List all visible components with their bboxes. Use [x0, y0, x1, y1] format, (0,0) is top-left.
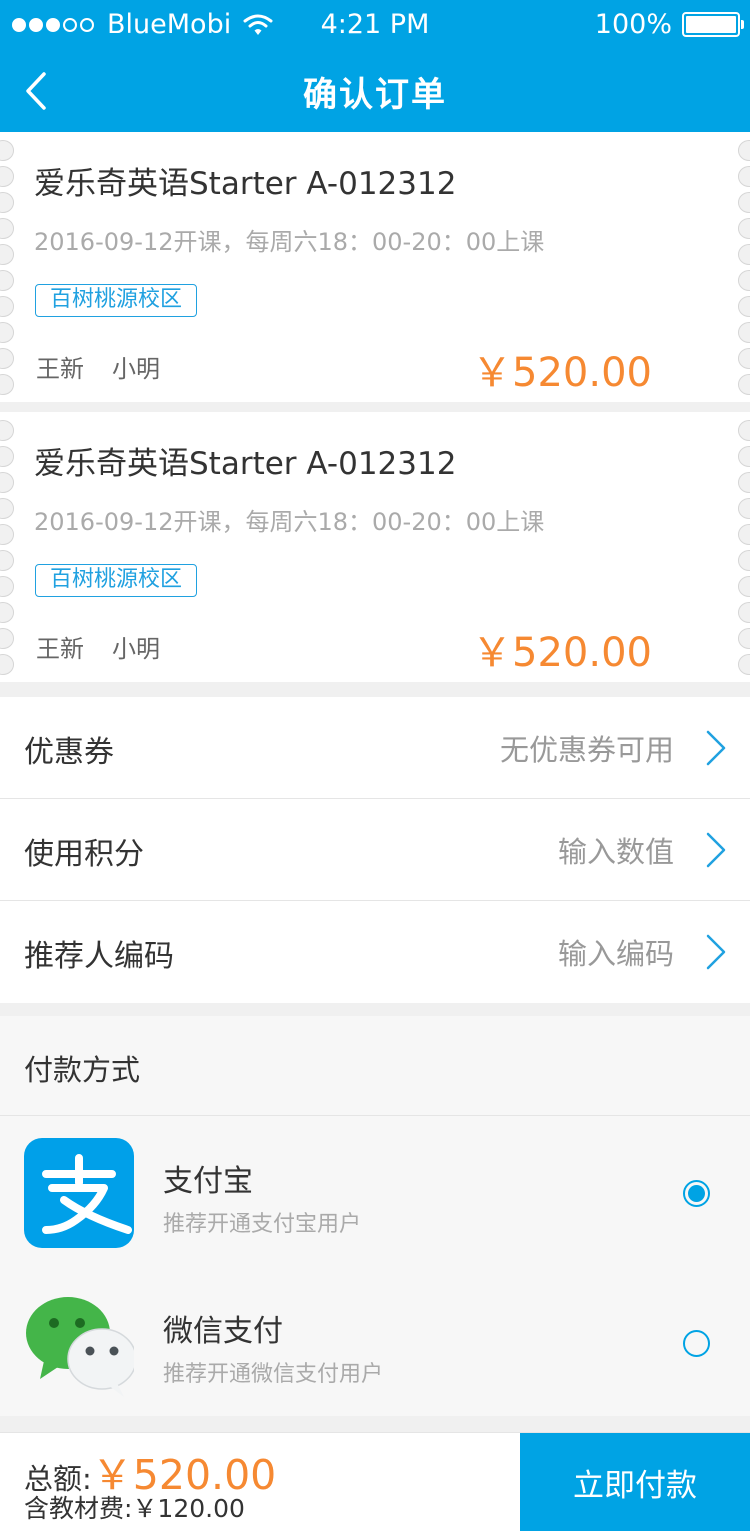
payment-option-desc: 推荐开通支付宝用户 [163, 1212, 362, 1237]
ticket-edge-decoration [0, 140, 14, 400]
chevron-right-icon [706, 832, 726, 868]
ticket-edge-decoration [738, 420, 750, 680]
payment-option-wechat[interactable]: 微信支付 推荐开通微信支付用户 [0, 1266, 750, 1416]
pay-now-button[interactable]: 立即付款 [520, 1433, 750, 1531]
payment-option-desc: 推荐开通微信支付用户 [163, 1362, 384, 1387]
student-name: 小明 [112, 355, 160, 383]
referrer-input[interactable]: 输入编码 [558, 931, 674, 973]
payment-radio-unselected[interactable] [683, 1330, 710, 1357]
course-people: 王新 小明 [36, 349, 160, 384]
payment-radio-selected[interactable] [683, 1180, 710, 1207]
course-name: 爱乐奇英语Starter A-012312 [34, 446, 457, 482]
coupon-value: 无优惠券可用 [499, 733, 674, 767]
campus-tag: 百树桃源校区 [35, 284, 198, 317]
course-name: 爱乐奇英语Starter A-012312 [34, 166, 457, 202]
points-input[interactable]: 输入数值 [558, 829, 674, 871]
materials-fee: 含教材费:￥120.00 [24, 1494, 245, 1523]
order-options: 优惠券 无优惠券可用 使用积分 输入数值 推荐人编码 输入编码 [0, 697, 750, 1003]
course-price: ￥520.00 [472, 630, 652, 676]
ticket-edge-decoration [738, 140, 750, 400]
payment-header: 付款方式 [0, 1016, 750, 1116]
battery-icon [682, 12, 744, 37]
battery-percent: 100% [594, 9, 672, 40]
teacher-name: 王新 [36, 635, 84, 663]
referrer-label: 推荐人编码 [24, 939, 174, 974]
alipay-icon [24, 1138, 134, 1248]
referrer-row[interactable]: 推荐人编码 输入编码 [0, 901, 750, 1003]
order-card: 爱乐奇英语Starter A-012312 2016-09-12开课，每周六18… [0, 412, 750, 682]
chevron-right-icon [706, 934, 726, 970]
payment-option-name: 微信支付 [163, 1314, 283, 1349]
chevron-right-icon [706, 730, 726, 766]
student-name: 小明 [112, 635, 160, 663]
course-schedule: 2016-09-12开课，每周六18：00-20：00上课 [34, 508, 545, 536]
payment-methods: 付款方式 支付宝 推荐开通支付宝用户 微信支付 推荐开通微信支付用户 [0, 1016, 750, 1416]
payment-option-name: 支付宝 [163, 1164, 253, 1199]
teacher-name: 王新 [36, 355, 84, 383]
page-title: 确认订单 [303, 75, 447, 115]
payment-header-label: 付款方式 [24, 1053, 141, 1087]
points-row[interactable]: 使用积分 输入数值 [0, 799, 750, 901]
course-people: 王新 小明 [36, 629, 160, 664]
ticket-edge-decoration [0, 420, 14, 680]
campus-tag: 百树桃源校区 [35, 564, 198, 597]
payment-option-alipay[interactable]: 支付宝 推荐开通支付宝用户 [0, 1116, 750, 1266]
wechat-icon [26, 1297, 134, 1397]
status-bar: BlueMobi 4:21 PM 100% [0, 0, 750, 50]
order-card: 爱乐奇英语Starter A-012312 2016-09-12开课，每周六18… [0, 132, 750, 402]
coupon-label: 优惠券 [24, 735, 114, 770]
course-schedule: 2016-09-12开课，每周六18：00-20：00上课 [34, 228, 545, 256]
checkout-bar: 总额: ￥520.00 含教材费:￥120.00 立即付款 [0, 1432, 750, 1531]
points-label: 使用积分 [24, 837, 144, 872]
coupon-row[interactable]: 优惠券 无优惠券可用 [0, 697, 750, 799]
course-price: ￥520.00 [472, 350, 652, 396]
nav-bar: 确认订单 [0, 50, 750, 132]
